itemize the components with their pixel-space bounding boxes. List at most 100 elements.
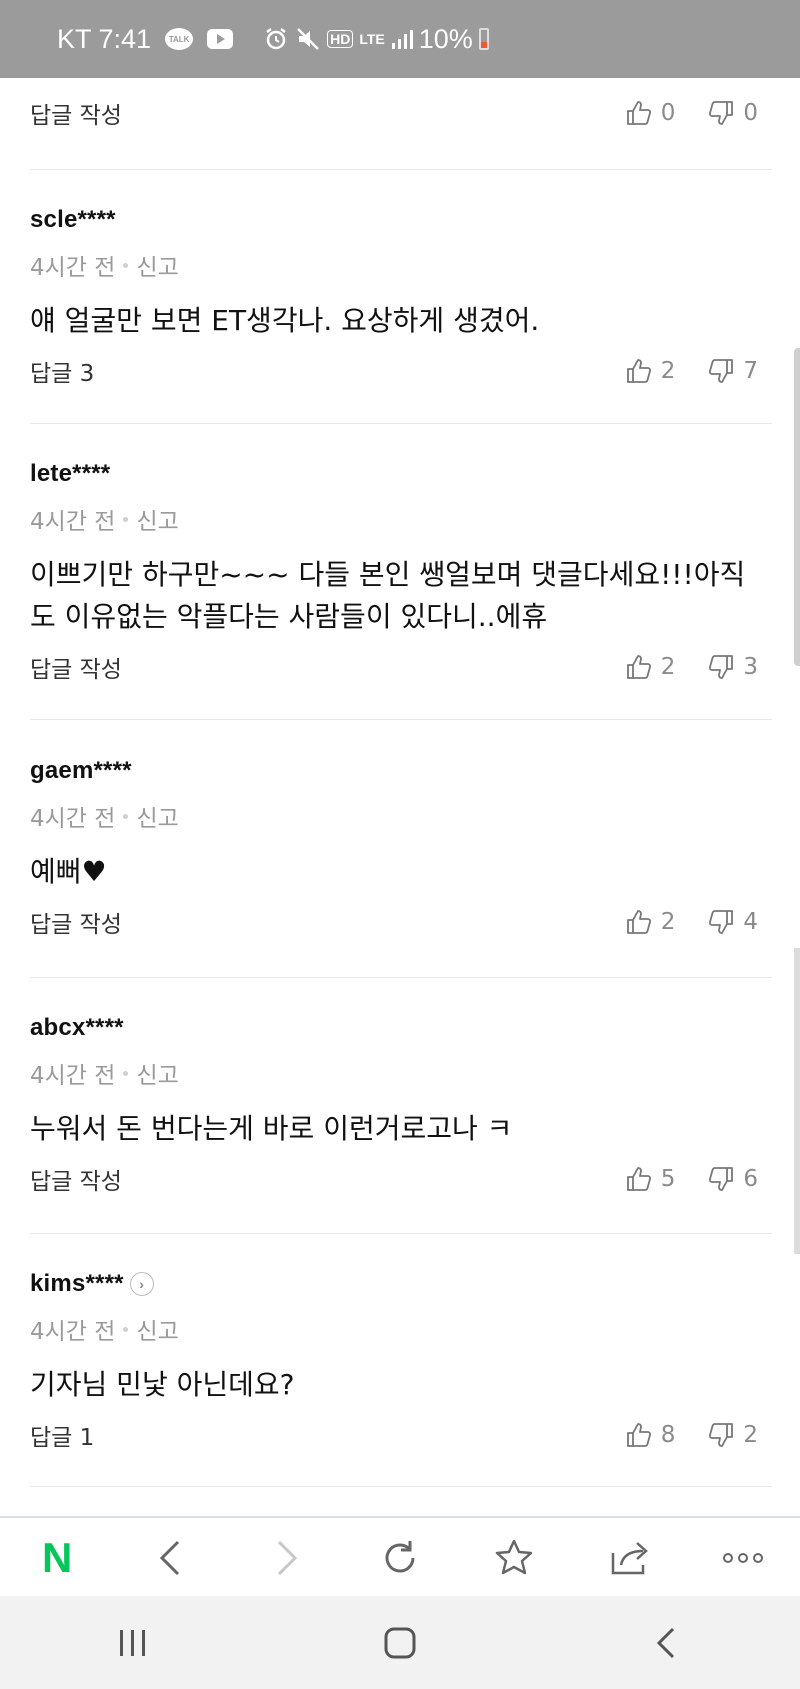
comment-text-line: 도 이유없는 악플다는 사람들이 있다니..에휴 <box>30 600 548 633</box>
like-count: 2 <box>660 654 676 680</box>
like-button[interactable]: 0 <box>625 99 676 127</box>
back-icon <box>160 1540 180 1576</box>
home-button[interactable] <box>370 1613 430 1673</box>
thumbs-down-icon <box>709 1167 734 1191</box>
comment-username[interactable]: gaem**** <box>30 757 772 785</box>
like-count: 5 <box>660 1166 676 1192</box>
thumbs-down-icon <box>709 655 734 679</box>
reply-button[interactable]: 답글 작성 <box>30 96 122 130</box>
reply-button[interactable]: 답글 작성 <box>30 1162 122 1196</box>
refresh-button[interactable] <box>370 1528 430 1588</box>
home-icon <box>384 1627 416 1658</box>
mute-icon <box>295 26 321 52</box>
like-button[interactable]: 5 <box>625 1165 676 1193</box>
comment-username[interactable]: abcx**** <box>30 1014 772 1042</box>
thumbs-down-icon <box>709 359 734 383</box>
meta-separator <box>123 262 129 268</box>
chevron-right-icon[interactable]: › <box>129 1272 154 1296</box>
back-icon <box>656 1627 674 1658</box>
dislike-count: 3 <box>743 654 758 680</box>
like-count: 0 <box>660 100 676 126</box>
divider <box>30 1233 772 1234</box>
comment-item: kims**** › 4시간 전 신고 기자님 민낯 아닌데요? 답글 1 8 … <box>30 1270 772 1452</box>
forward-button[interactable] <box>256 1528 316 1588</box>
thumbs-up-icon <box>626 1167 651 1191</box>
scroll-track <box>794 948 800 1254</box>
comment-time: 4시간 전 <box>30 255 116 281</box>
thumbs-down-icon <box>709 910 734 934</box>
report-link[interactable]: 신고 <box>136 248 178 282</box>
divider <box>30 1486 772 1487</box>
comment-text: 기자님 민낯 아닌데요? <box>30 1368 295 1401</box>
forward-icon <box>277 1540 297 1576</box>
lte-icon: LTE <box>359 31 385 47</box>
star-icon <box>496 1539 533 1575</box>
dislike-count: 2 <box>743 1422 758 1448</box>
comment-item: gaem**** 4시간 전 신고 예뻐♥ 답글 작성 2 4 <box>30 757 772 939</box>
report-link[interactable]: 신고 <box>136 1056 178 1090</box>
meta-separator <box>123 516 129 522</box>
refresh-icon <box>385 1541 415 1573</box>
comment-time: 4시간 전 <box>30 1063 116 1089</box>
dislike-button[interactable]: 2 <box>707 1421 758 1449</box>
thumbs-up-icon <box>626 655 651 679</box>
comment-text: 얘 얼굴만 보면 ET생각나. 요상하게 생겼어. <box>30 304 540 337</box>
comment-text: 예뻐♥ <box>30 855 107 888</box>
report-link[interactable]: 신고 <box>136 1312 178 1346</box>
share-icon <box>611 1542 648 1575</box>
like-button[interactable]: 2 <box>625 653 676 681</box>
like-button[interactable]: 2 <box>625 908 676 936</box>
reply-button[interactable]: 답글 작성 <box>30 905 122 939</box>
dislike-button[interactable]: 7 <box>707 357 758 385</box>
share-button[interactable] <box>599 1528 659 1588</box>
like-count: 8 <box>660 1422 676 1448</box>
system-navigation-bar <box>0 1596 800 1689</box>
dislike-button[interactable]: 3 <box>707 653 758 681</box>
thumbs-down-icon <box>709 1423 734 1447</box>
comment-meta: 4시간 전 신고 <box>30 1056 772 1090</box>
reply-button[interactable]: 답글 작성 <box>30 650 122 684</box>
like-count: 2 <box>660 358 676 384</box>
more-icon <box>722 1553 763 1563</box>
dislike-button[interactable]: 6 <box>707 1165 758 1193</box>
comment-time: 4시간 전 <box>30 1319 116 1345</box>
comment-time: 4시간 전 <box>30 806 116 832</box>
scroll-indicator[interactable] <box>794 348 800 666</box>
comment-actions-partial: 답글 작성 0 0 <box>30 96 772 130</box>
hd-voice-icon: HD <box>327 30 354 48</box>
comment-text: 이쁘기만 하구만~~~ 다들 본인 쌩얼보며 댓글다세요!!!아직 도 이유없는… <box>30 554 772 638</box>
comment-actions: 답글 3 2 7 <box>30 354 772 388</box>
recent-apps-button[interactable] <box>103 1613 163 1673</box>
like-count: 2 <box>660 909 676 935</box>
battery-icon <box>478 28 489 50</box>
comment-meta: 4시간 전 신고 <box>30 502 772 536</box>
browser-toolbar: N <box>0 1516 800 1598</box>
reply-button[interactable]: 답글 3 <box>30 354 94 388</box>
system-back-button[interactable] <box>637 1613 697 1673</box>
more-button[interactable] <box>713 1528 773 1588</box>
like-button[interactable]: 8 <box>625 1421 676 1449</box>
comment-item: abcx**** 4시간 전 신고 누워서 돈 번다는게 바로 이런거로고나 ㅋ… <box>30 1014 772 1196</box>
report-link[interactable]: 신고 <box>136 799 178 833</box>
dislike-count: 4 <box>743 909 758 935</box>
bookmark-button[interactable] <box>484 1528 544 1588</box>
status-bar: KT 7:41 TALK HD LTE 10% <box>0 0 800 78</box>
thumbs-up-icon <box>626 359 651 383</box>
naver-home-button[interactable]: N <box>27 1528 87 1588</box>
recent-apps-icon <box>120 1629 146 1656</box>
reply-button[interactable]: 답글 1 <box>30 1418 94 1452</box>
meta-separator <box>123 813 129 819</box>
dislike-button[interactable]: 0 <box>707 99 758 127</box>
comment-username[interactable]: lete**** <box>30 460 772 488</box>
signal-icon <box>391 28 413 50</box>
comment-username[interactable]: kims**** › <box>30 1270 772 1298</box>
dislike-button[interactable]: 4 <box>707 908 758 936</box>
comment-text-line: 이쁘기만 하구만~~~ 다들 본인 쌩얼보며 댓글다세요!!!아직 <box>30 558 746 591</box>
dislike-count: 6 <box>743 1166 758 1192</box>
thumbs-down-icon <box>709 101 734 125</box>
report-link[interactable]: 신고 <box>136 502 178 536</box>
comment-username[interactable]: scle**** <box>30 206 772 234</box>
like-button[interactable]: 2 <box>625 357 676 385</box>
back-button[interactable] <box>141 1528 201 1588</box>
meta-separator <box>123 1070 129 1076</box>
